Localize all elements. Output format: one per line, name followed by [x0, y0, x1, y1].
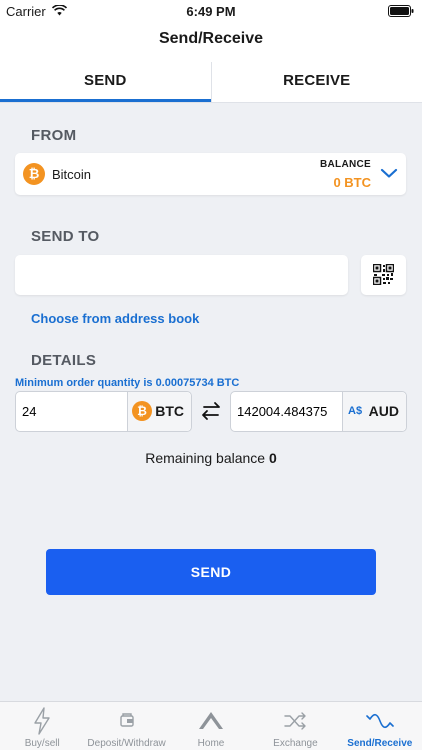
btc-amount-input[interactable]	[16, 392, 128, 431]
btc-code: BTC	[155, 403, 184, 419]
wallet-icon	[119, 713, 134, 727]
tab-send[interactable]: SEND	[0, 62, 211, 102]
balance-label: BALANCE	[320, 159, 371, 170]
tab-receive[interactable]: RECEIVE	[210, 62, 422, 102]
bottom-tab-bar: Buy/sell Deposit/Withdraw Home Exchange …	[0, 701, 422, 750]
aud-amount-field: A$ AUD	[230, 391, 407, 432]
wave-icon	[366, 713, 394, 729]
tab-send-receive[interactable]: Send/Receive	[338, 702, 422, 750]
tab-label: Send/Receive	[347, 738, 413, 749]
battery-icon	[388, 5, 414, 17]
qr-code-icon	[373, 264, 394, 285]
navigation-bar: Send/Receive	[0, 22, 422, 62]
aud-currency-tag: A$ AUD	[342, 392, 406, 431]
remaining-balance-value: 0	[268, 450, 277, 466]
page-title: Send/Receive	[158, 30, 264, 47]
currency-name: Bitcoin	[52, 167, 92, 182]
status-time: 6:49 PM	[186, 4, 236, 19]
address-book-link[interactable]: Choose from address book	[31, 311, 199, 326]
shuffle-icon	[284, 712, 307, 730]
from-currency-select[interactable]: ₿ Bitcoin BALANCE 0 BTC	[15, 153, 406, 195]
send-to-section-label: SEND TO	[31, 228, 100, 245]
btc-currency-tag: ₿ BTC	[127, 392, 191, 431]
lightning-icon	[34, 707, 50, 735]
tab-exchange[interactable]: Exchange	[253, 702, 337, 750]
address-input[interactable]	[15, 255, 348, 295]
aud-amount-input[interactable]	[231, 392, 343, 431]
tab-label: Deposit/Withdraw	[87, 738, 166, 749]
tab-buy-sell[interactable]: Buy/sell	[0, 702, 84, 750]
remaining-balance-label: Remaining balance	[145, 450, 266, 466]
status-bar: Carrier 6:49 PM	[0, 0, 422, 22]
swap-arrows-icon[interactable]	[199, 401, 223, 421]
tab-label: Exchange	[273, 738, 318, 749]
chevron-down-icon	[380, 168, 398, 178]
send-button[interactable]: SEND	[46, 549, 376, 595]
balance-value: 0 BTC	[333, 175, 371, 190]
tab-deposit-withdraw[interactable]: Deposit/Withdraw	[84, 702, 168, 750]
home-chevron-icon	[199, 712, 224, 729]
segment-tabs: SEND RECEIVE	[0, 62, 422, 103]
bitcoin-icon: ₿	[23, 163, 45, 185]
btc-amount-field: ₿ BTC	[15, 391, 192, 432]
min-order-notice: Minimum order quantity is 0.00075734 BTC	[15, 377, 240, 389]
from-section-label: FROM	[31, 127, 77, 144]
aud-symbol-icon: A$	[348, 405, 363, 417]
qr-scan-button[interactable]	[361, 255, 406, 295]
remaining-balance: Remaining balance 0	[0, 450, 422, 466]
tab-home[interactable]: Home	[169, 702, 253, 750]
tab-label: Buy/sell	[24, 738, 60, 749]
details-section-label: DETAILS	[31, 352, 97, 369]
tab-label: Home	[197, 738, 225, 749]
bitcoin-icon: ₿	[132, 401, 152, 421]
aud-code: AUD	[368, 403, 399, 419]
